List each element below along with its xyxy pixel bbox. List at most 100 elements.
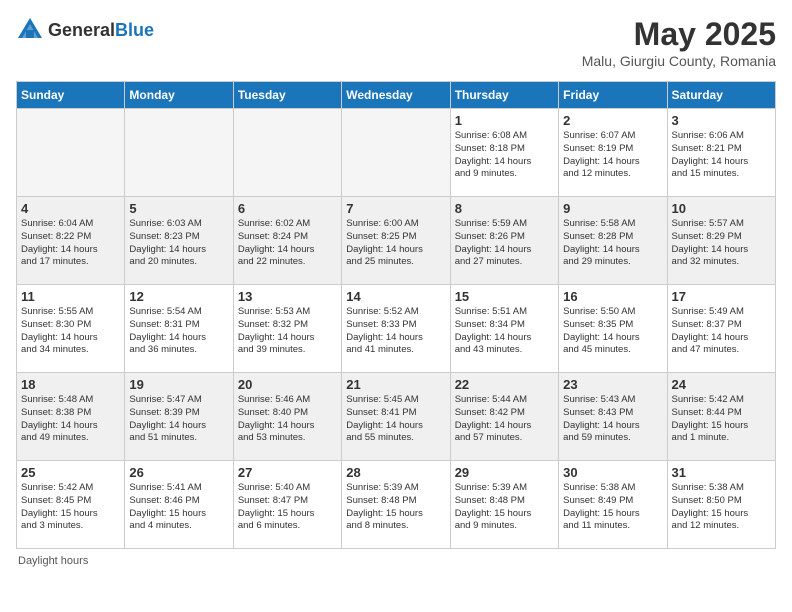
day-info: Sunrise: 6:00 AMSunset: 8:25 PMDaylight:… [346, 218, 445, 269]
logo: GeneralBlue [16, 16, 154, 44]
calendar-cell: 13Sunrise: 5:53 AMSunset: 8:32 PMDayligh… [233, 285, 341, 373]
day-info: Sunrise: 5:55 AMSunset: 8:30 PMDaylight:… [21, 306, 120, 357]
calendar-cell: 21Sunrise: 5:45 AMSunset: 8:41 PMDayligh… [342, 373, 450, 461]
day-info: Sunrise: 5:50 AMSunset: 8:35 PMDaylight:… [563, 306, 662, 357]
day-info: Sunrise: 5:54 AMSunset: 8:31 PMDaylight:… [129, 306, 228, 357]
day-number: 27 [238, 465, 337, 480]
header: GeneralBlue May 2025 Malu, Giurgiu Count… [16, 16, 776, 69]
day-info: Sunrise: 6:06 AMSunset: 8:21 PMDaylight:… [672, 130, 771, 181]
calendar-cell: 12 Sunrise: 5:54 AMSunset: 8:31 PMDayligh… [125, 285, 233, 373]
calendar-cell: 19Sunrise: 5:47 AMSunset: 8:39 PMDayligh… [125, 373, 233, 461]
day-number: 29 [455, 465, 554, 480]
calendar-cell [342, 109, 450, 197]
calendar-cell: 29 Sunrise: 5:39 AMSunset: 8:48 PMDayligh… [450, 461, 558, 549]
calendar-cell: 10 Sunrise: 5:57 AMSunset: 8:29 PMDayligh… [667, 197, 775, 285]
col-thursday: Thursday [450, 82, 558, 109]
day-number: 6 [238, 201, 337, 216]
calendar-cell [17, 109, 125, 197]
calendar-cell: 22 Sunrise: 5:44 AMSunset: 8:42 PMDayligh… [450, 373, 558, 461]
week-row-4: 18 Sunrise: 5:48 AMSunset: 8:38 PMDayligh… [17, 373, 776, 461]
calendar-cell: 3 Sunrise: 6:06 AMSunset: 8:21 PMDaylight… [667, 109, 775, 197]
day-number: 4 [21, 201, 120, 216]
day-number: 8 [455, 201, 554, 216]
col-monday: Monday [125, 82, 233, 109]
calendar-cell: 4 Sunrise: 6:04 AMSunset: 8:22 PMDaylight… [17, 197, 125, 285]
day-info: Sunrise: 5:44 AMSunset: 8:42 PMDaylight:… [455, 394, 554, 445]
day-number: 25 [21, 465, 120, 480]
day-info: Sunrise: 5:38 AMSunset: 8:50 PMDaylight:… [672, 482, 771, 533]
calendar-cell: 2Sunrise: 6:07 AMSunset: 8:19 PMDaylight… [559, 109, 667, 197]
day-info: Sunrise: 5:41 AMSunset: 8:46 PMDaylight:… [129, 482, 228, 533]
day-info: Sunrise: 5:38 AMSunset: 8:49 PMDaylight:… [563, 482, 662, 533]
location: Malu, Giurgiu County, Romania [582, 53, 776, 69]
week-row-3: 11 Sunrise: 5:55 AMSunset: 8:30 PMDayligh… [17, 285, 776, 373]
calendar-cell: 9Sunrise: 5:58 AMSunset: 8:28 PMDaylight… [559, 197, 667, 285]
calendar-cell: 28 Sunrise: 5:39 AMSunset: 8:48 PMDayligh… [342, 461, 450, 549]
col-tuesday: Tuesday [233, 82, 341, 109]
day-info: Sunrise: 6:03 AMSunset: 8:23 PMDaylight:… [129, 218, 228, 269]
calendar-cell: 7 Sunrise: 6:00 AMSunset: 8:25 PMDaylight… [342, 197, 450, 285]
calendar-cell: 20Sunrise: 5:46 AMSunset: 8:40 PMDayligh… [233, 373, 341, 461]
calendar-cell: 1 Sunrise: 6:08 AMSunset: 8:18 PMDaylight… [450, 109, 558, 197]
day-number: 20 [238, 377, 337, 392]
col-sunday: Sunday [17, 82, 125, 109]
col-wednesday: Wednesday [342, 82, 450, 109]
day-number: 21 [346, 377, 445, 392]
calendar-cell: 30 Sunrise: 5:38 AMSunset: 8:49 PMDayligh… [559, 461, 667, 549]
day-number: 22 [455, 377, 554, 392]
day-number: 30 [563, 465, 662, 480]
day-number: 14 [346, 289, 445, 304]
calendar-cell: 17 Sunrise: 5:49 AMSunset: 8:37 PMDayligh… [667, 285, 775, 373]
day-number: 11 [21, 289, 120, 304]
day-info: Sunrise: 5:53 AMSunset: 8:32 PMDaylight:… [238, 306, 337, 357]
calendar-cell: 16 Sunrise: 5:50 AMSunset: 8:35 PMDayligh… [559, 285, 667, 373]
day-number: 28 [346, 465, 445, 480]
day-number: 9 [563, 201, 662, 216]
day-info: Sunrise: 5:42 AMSunset: 8:44 PMDaylight:… [672, 394, 771, 445]
day-number: 7 [346, 201, 445, 216]
day-info: Sunrise: 5:42 AMSunset: 8:45 PMDaylight:… [21, 482, 120, 533]
day-number: 26 [129, 465, 228, 480]
day-number: 16 [563, 289, 662, 304]
month-year: May 2025 [582, 16, 776, 53]
day-info: Sunrise: 5:39 AMSunset: 8:48 PMDaylight:… [455, 482, 554, 533]
day-number: 31 [672, 465, 771, 480]
footer-note: Daylight hours [16, 555, 776, 567]
day-number: 1 [455, 113, 554, 128]
day-number: 24 [672, 377, 771, 392]
day-info: Sunrise: 5:49 AMSunset: 8:37 PMDaylight:… [672, 306, 771, 357]
calendar-cell: 25 Sunrise: 5:42 AMSunset: 8:45 PMDayligh… [17, 461, 125, 549]
day-number: 18 [21, 377, 120, 392]
day-info: Sunrise: 5:52 AMSunset: 8:33 PMDaylight:… [346, 306, 445, 357]
day-info: Sunrise: 6:04 AMSunset: 8:22 PMDaylight:… [21, 218, 120, 269]
logo-icon [16, 16, 44, 44]
day-info: Sunrise: 5:59 AMSunset: 8:26 PMDaylight:… [455, 218, 554, 269]
logo-text-blue: Blue [115, 20, 154, 40]
day-number: 17 [672, 289, 771, 304]
week-row-5: 25 Sunrise: 5:42 AMSunset: 8:45 PMDayligh… [17, 461, 776, 549]
logo-text-general: General [48, 20, 115, 40]
day-info: Sunrise: 5:39 AMSunset: 8:48 PMDaylight:… [346, 482, 445, 533]
day-info: Sunrise: 6:02 AMSunset: 8:24 PMDaylight:… [238, 218, 337, 269]
calendar-cell: 26 Sunrise: 5:41 AMSunset: 8:46 PMDayligh… [125, 461, 233, 549]
calendar-cell: 23Sunrise: 5:43 AMSunset: 8:43 PMDayligh… [559, 373, 667, 461]
day-info: Sunrise: 5:57 AMSunset: 8:29 PMDaylight:… [672, 218, 771, 269]
day-number: 10 [672, 201, 771, 216]
calendar-cell: 24 Sunrise: 5:42 AMSunset: 8:44 PMDayligh… [667, 373, 775, 461]
day-number: 3 [672, 113, 771, 128]
day-info: Sunrise: 6:08 AMSunset: 8:18 PMDaylight:… [455, 130, 554, 181]
header-row: Sunday Monday Tuesday Wednesday Thursday… [17, 82, 776, 109]
day-number: 5 [129, 201, 228, 216]
week-row-2: 4 Sunrise: 6:04 AMSunset: 8:22 PMDaylight… [17, 197, 776, 285]
calendar-container: GeneralBlue May 2025 Malu, Giurgiu Count… [0, 0, 792, 575]
week-row-1: 1 Sunrise: 6:08 AMSunset: 8:18 PMDaylight… [17, 109, 776, 197]
calendar-cell: 27Sunrise: 5:40 AMSunset: 8:47 PMDayligh… [233, 461, 341, 549]
day-number: 12 [129, 289, 228, 304]
col-friday: Friday [559, 82, 667, 109]
day-number: 2 [563, 113, 662, 128]
day-info: Sunrise: 5:48 AMSunset: 8:38 PMDaylight:… [21, 394, 120, 445]
calendar-table: Sunday Monday Tuesday Wednesday Thursday… [16, 81, 776, 549]
day-number: 23 [563, 377, 662, 392]
calendar-cell: 11 Sunrise: 5:55 AMSunset: 8:30 PMDayligh… [17, 285, 125, 373]
day-number: 15 [455, 289, 554, 304]
